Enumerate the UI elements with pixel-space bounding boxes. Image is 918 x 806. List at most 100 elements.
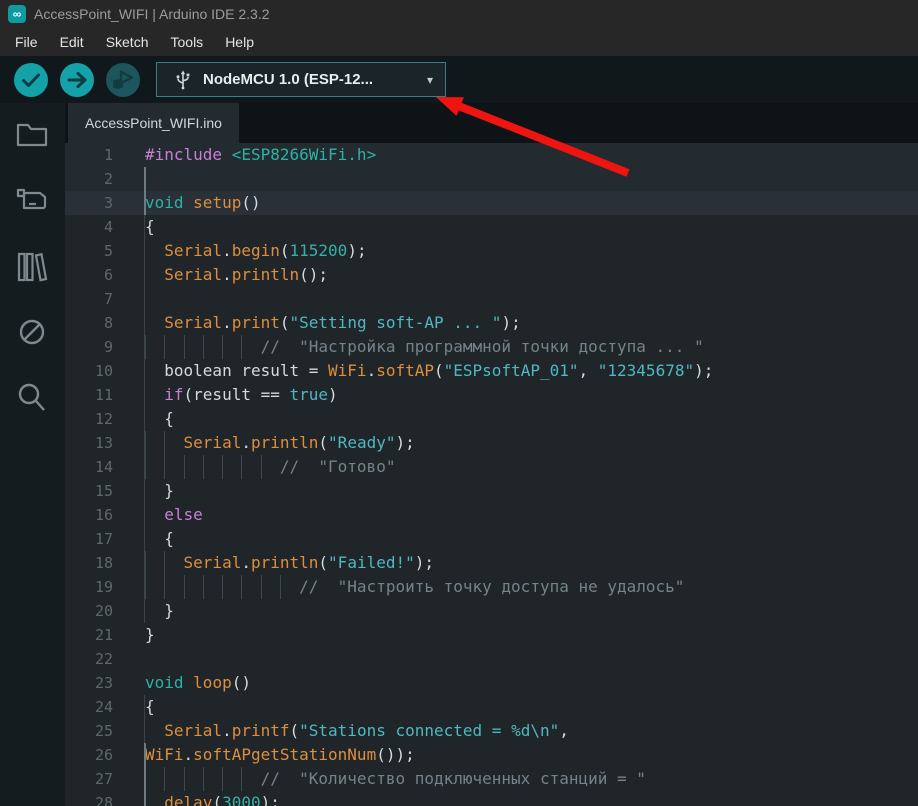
code-line-18: 18Serial.println("Failed!"); — [65, 551, 918, 575]
code-line-27: 27// "Количество подключенных станций = … — [65, 767, 918, 791]
code-line-26: 26WiFi.softAPgetStationNum()); — [65, 743, 918, 767]
code-line-25: 25 Serial.printf("Stations connected = %… — [65, 719, 918, 743]
line-number: 23 — [65, 671, 113, 695]
sidebar-item-search[interactable] — [15, 381, 49, 413]
indent-guide — [164, 551, 183, 575]
board-selector-dropdown[interactable]: NodeMCU 1.0 (ESP-12... ▾ — [156, 62, 446, 97]
code-line-1: 1#include <ESP8266WiFi.h> — [65, 143, 918, 167]
indent-guide — [145, 431, 164, 455]
line-number: 11 — [65, 383, 113, 407]
code-line-9: 9// "Настройка программной точки доступа… — [65, 335, 918, 359]
sidebar-item-library-manager[interactable] — [15, 251, 49, 283]
indent-guide — [222, 455, 241, 479]
indent-guide — [164, 767, 183, 791]
search-icon — [20, 385, 44, 410]
indent-guide — [222, 767, 241, 791]
indent-guide — [145, 551, 164, 575]
indent-guide — [203, 575, 222, 599]
indent-guide — [261, 455, 280, 479]
menu-item-help[interactable]: Help — [214, 30, 265, 54]
indent-guide — [144, 695, 145, 743]
line-number: 20 — [65, 599, 113, 623]
code-line-13: 13Serial.println("Ready"); — [65, 431, 918, 455]
line-number: 8 — [65, 311, 113, 335]
indent-guide — [145, 575, 164, 599]
line-number: 26 — [65, 743, 113, 767]
code-line-24: 24{ — [65, 695, 918, 719]
menu-item-tools[interactable]: Tools — [160, 30, 215, 54]
code-line-3: 3void setup() — [65, 191, 918, 215]
code-line-23: 23void loop() — [65, 671, 918, 695]
line-number: 4 — [65, 215, 113, 239]
code-line-7: 7 — [65, 287, 918, 311]
line-number: 27 — [65, 767, 113, 791]
indent-guide — [164, 575, 183, 599]
indent-guide — [164, 455, 183, 479]
line-number: 15 — [65, 479, 113, 503]
line-number: 21 — [65, 623, 113, 647]
code-line-6: 6 Serial.println(); — [65, 263, 918, 287]
title-bar: ∞ AccessPoint_WIFI | Arduino IDE 2.3.2 — [0, 0, 918, 28]
code-line-16: 16 else — [65, 503, 918, 527]
code-line-17: 17 { — [65, 527, 918, 551]
indent-guide — [145, 335, 164, 359]
line-number: 19 — [65, 575, 113, 599]
window-title: AccessPoint_WIFI | Arduino IDE 2.3.2 — [34, 6, 270, 22]
code-line-12: 12 { — [65, 407, 918, 431]
verify-button[interactable] — [13, 62, 49, 98]
line-number: 3 — [65, 191, 113, 215]
code-line-2: 2 — [65, 167, 918, 191]
indent-guide — [203, 455, 222, 479]
indent-guide — [184, 575, 203, 599]
code-line-5: 5 Serial.begin(115200); — [65, 239, 918, 263]
line-number: 6 — [65, 263, 113, 287]
indent-guide — [241, 575, 260, 599]
folder-icon — [18, 125, 46, 145]
toolbar: NodeMCU 1.0 (ESP-12... ▾ — [0, 56, 918, 103]
indent-guide — [145, 767, 164, 791]
line-number: 28 — [65, 791, 113, 806]
code-editor[interactable]: 1#include <ESP8266WiFi.h>23void setup()4… — [65, 143, 918, 806]
line-number: 2 — [65, 167, 113, 191]
tab-label: AccessPoint_WIFI.ino — [85, 115, 222, 131]
line-number: 1 — [65, 143, 113, 167]
arduino-logo-icon: ∞ — [8, 5, 26, 23]
indent-guide — [184, 767, 203, 791]
indent-guide — [222, 335, 241, 359]
code-line-20: 20 } — [65, 599, 918, 623]
line-number: 22 — [65, 647, 113, 671]
sidebar-item-boards-manager[interactable] — [15, 185, 49, 215]
tab-accesspoint-wifi-ino[interactable]: AccessPoint_WIFI.ino — [68, 103, 239, 143]
indent-guide — [164, 335, 183, 359]
menu-item-file[interactable]: File — [4, 30, 49, 54]
usb-icon — [175, 70, 191, 90]
code-line-4: 4{ — [65, 215, 918, 239]
code-line-22: 22 — [65, 647, 918, 671]
menu-item-edit[interactable]: Edit — [49, 30, 95, 54]
line-number: 14 — [65, 455, 113, 479]
indent-guide — [144, 215, 145, 623]
debug-button[interactable] — [105, 62, 141, 98]
code-line-14: 14// "Готово" — [65, 455, 918, 479]
line-number: 24 — [65, 695, 113, 719]
menu-item-sketch[interactable]: Sketch — [95, 30, 160, 54]
line-number: 18 — [65, 551, 113, 575]
upload-button[interactable] — [59, 62, 95, 98]
indent-guide — [164, 431, 183, 455]
code-line-8: 8 Serial.print("Setting soft-AP ... "); — [65, 311, 918, 335]
code-line-19: 19// "Настроить точку доступа не удалось… — [65, 575, 918, 599]
code-line-11: 11 if(result == true) — [65, 383, 918, 407]
indent-guide — [184, 335, 203, 359]
sidebar-item-debug[interactable] — [15, 317, 49, 347]
line-number: 9 — [65, 335, 113, 359]
line-number: 16 — [65, 503, 113, 527]
debug-circle — [106, 63, 140, 97]
indent-guide — [145, 455, 164, 479]
library-books-icon — [19, 254, 46, 280]
line-number: 25 — [65, 719, 113, 743]
sidebar-item-sketchbook[interactable] — [15, 119, 49, 149]
code-line-28: 28 delay(3000); — [65, 791, 918, 806]
line-number: 5 — [65, 239, 113, 263]
code-line-10: 10 boolean result = WiFi.softAP("ESPsoft… — [65, 359, 918, 383]
menu-bar: FileEditSketchToolsHelp — [0, 28, 918, 56]
